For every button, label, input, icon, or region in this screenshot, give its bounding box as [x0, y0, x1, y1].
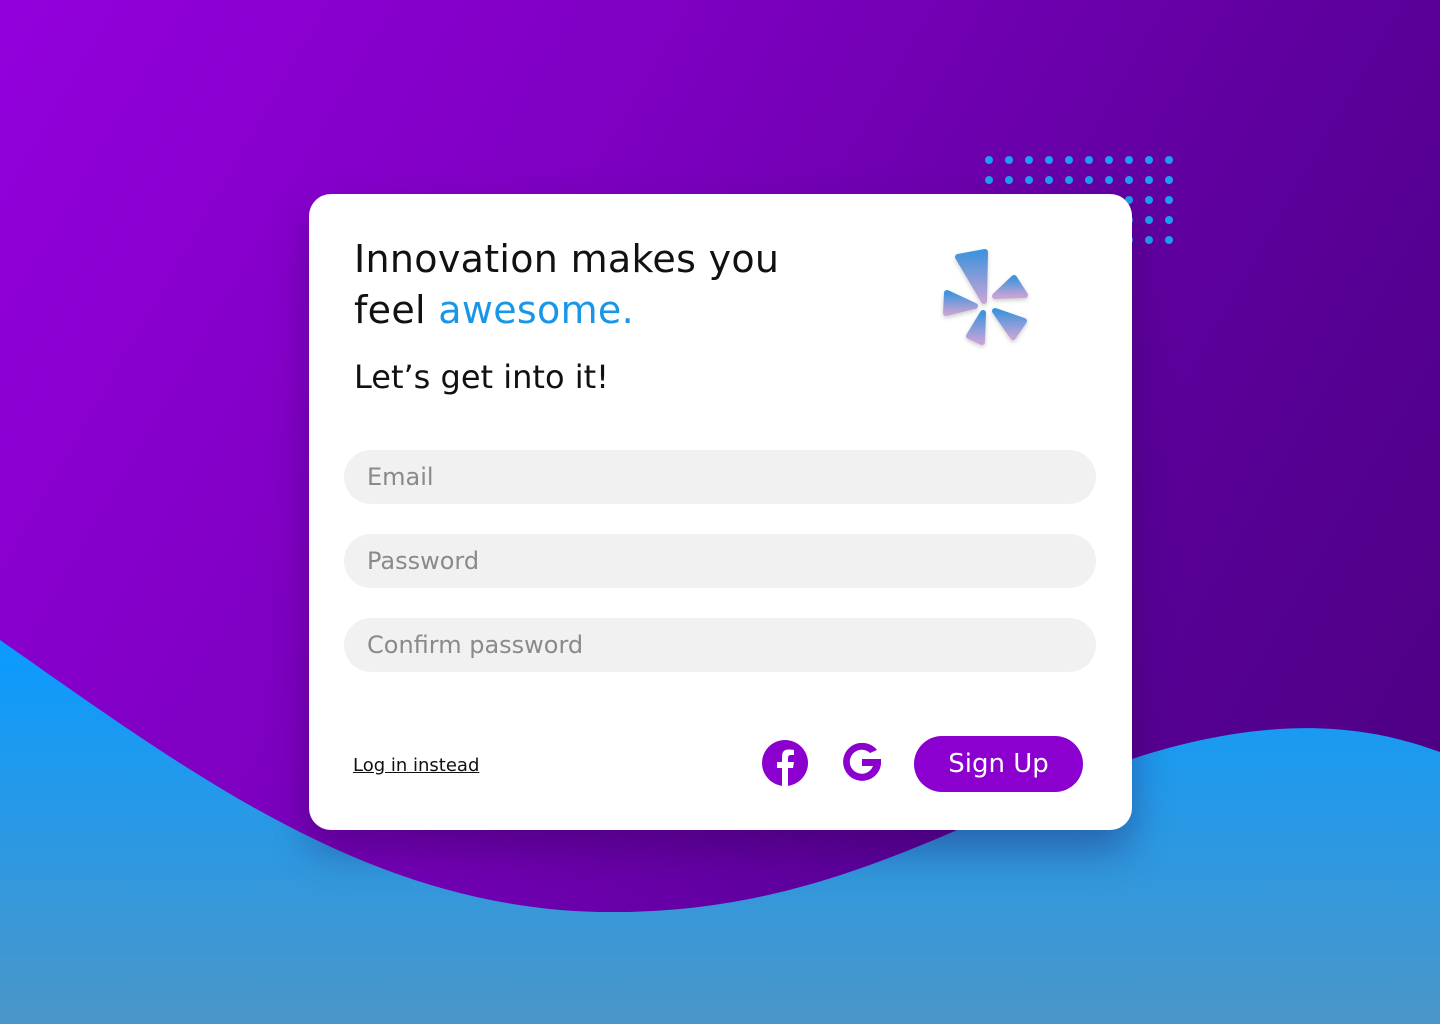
headline-line1: Innovation makes you: [354, 237, 780, 281]
dot: [1005, 176, 1013, 184]
signup-card: Innovation makes you feel awesome. Let’s…: [309, 194, 1132, 830]
dot: [1125, 156, 1133, 164]
login-instead-link[interactable]: Log in instead: [353, 755, 479, 776]
dot: [1105, 156, 1113, 164]
email-input[interactable]: [344, 450, 1096, 504]
headline: Innovation makes you feel awesome.: [354, 234, 779, 336]
google-icon[interactable]: [839, 739, 885, 785]
subtitle: Let’s get into it!: [354, 358, 609, 396]
yelp-burst-icon: [943, 249, 1028, 345]
dot: [1145, 176, 1153, 184]
dot: [1065, 176, 1073, 184]
dot: [1165, 196, 1173, 204]
dot: [1145, 156, 1153, 164]
dot: [1165, 236, 1173, 244]
sign-up-button[interactable]: Sign Up: [914, 736, 1083, 792]
dot: [1045, 156, 1053, 164]
dot: [1165, 216, 1173, 224]
dot: [1005, 156, 1013, 164]
dot: [1165, 176, 1173, 184]
dot: [1065, 156, 1073, 164]
confirm-password-input[interactable]: [344, 618, 1096, 672]
facebook-icon[interactable]: [761, 739, 809, 787]
dot: [1085, 176, 1093, 184]
dot: [1145, 196, 1153, 204]
password-input[interactable]: [344, 534, 1096, 588]
dot: [1165, 156, 1173, 164]
dot: [1145, 216, 1153, 224]
dot: [985, 156, 993, 164]
dot: [1105, 176, 1113, 184]
dot: [1145, 236, 1153, 244]
dot: [1085, 156, 1093, 164]
dot: [1045, 176, 1053, 184]
dot: [1125, 176, 1133, 184]
dot: [1025, 156, 1033, 164]
headline-line2-prefix: feel: [354, 288, 439, 332]
dot: [985, 176, 993, 184]
headline-accent: awesome.: [438, 288, 634, 332]
dot: [1025, 176, 1033, 184]
